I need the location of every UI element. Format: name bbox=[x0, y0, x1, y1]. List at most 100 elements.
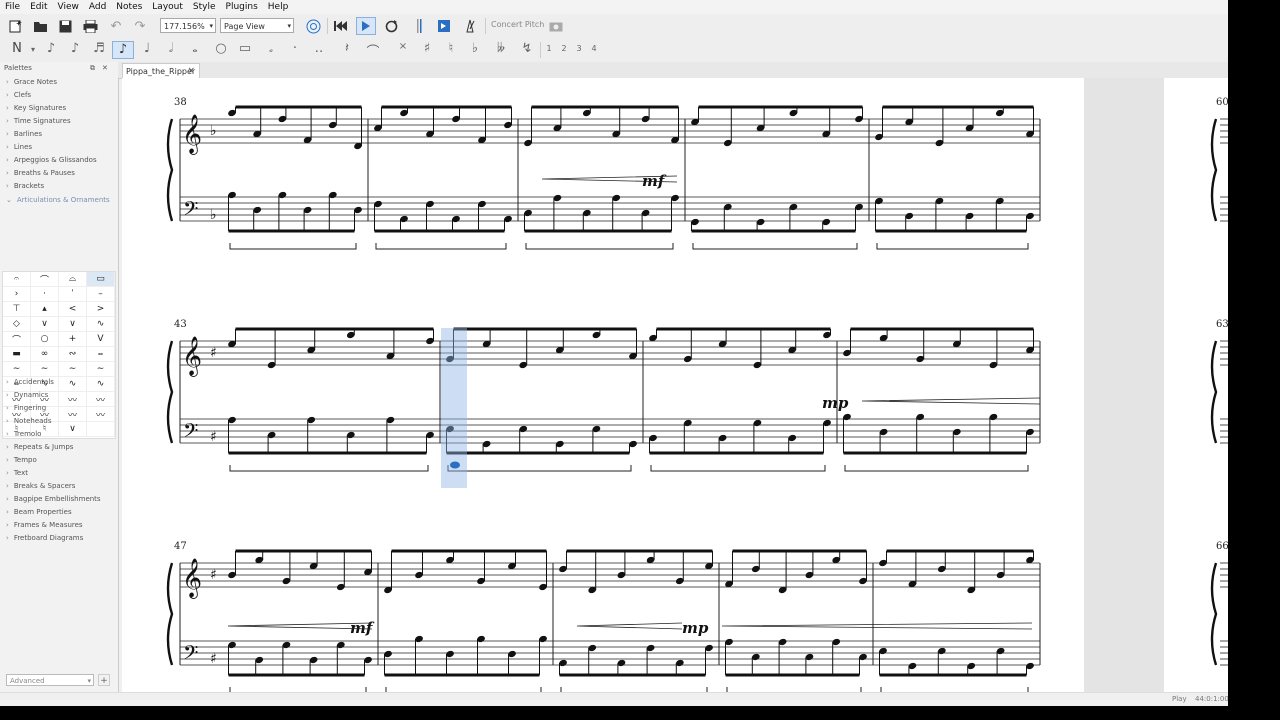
articulation-cell[interactable]: ▬ bbox=[3, 347, 31, 362]
palette-frames-measures[interactable]: › Frames & Measures bbox=[6, 521, 83, 529]
articulation-cell[interactable]: ∨ bbox=[59, 422, 87, 437]
image-capture-icon[interactable] bbox=[546, 17, 566, 35]
redo-icon[interactable]: ↷ bbox=[130, 17, 150, 35]
voice-4-button[interactable]: 4 bbox=[587, 44, 601, 53]
rewind-icon[interactable] bbox=[331, 17, 351, 35]
articulation-cell[interactable]: ○ bbox=[31, 332, 59, 347]
sharp-icon[interactable]: ♯ bbox=[416, 41, 438, 56]
articulation-cell[interactable]: ∼ bbox=[59, 362, 87, 377]
score-page[interactable]: 38 60𝄞𝄢♭♭43 63𝄞𝄢♯♯47 66𝄞𝄢♯♯mfmpmf mp bbox=[122, 78, 1228, 692]
articulation-cell[interactable]: 〰 bbox=[59, 392, 87, 407]
voice-3-button[interactable]: 3 bbox=[572, 44, 586, 53]
palette-lines[interactable]: › Lines bbox=[6, 143, 32, 151]
palette-key-signatures[interactable]: › Key Signatures bbox=[6, 104, 66, 112]
close-icon[interactable]: ✕ bbox=[102, 64, 108, 72]
articulation-cell[interactable]: · bbox=[31, 287, 59, 302]
duration-quarter-icon[interactable]: ♩ bbox=[136, 41, 158, 56]
concert-pitch-toggle[interactable]: Concert Pitch bbox=[491, 20, 544, 29]
metronome-icon[interactable] bbox=[460, 17, 480, 35]
menu-plugins[interactable]: Plugins bbox=[221, 0, 263, 14]
articulation-cell[interactable] bbox=[87, 422, 115, 437]
palette-brackets[interactable]: › Brackets bbox=[6, 182, 44, 190]
menu-notes[interactable]: Notes bbox=[111, 0, 147, 14]
articulation-cell[interactable]: – bbox=[87, 287, 115, 302]
menu-help[interactable]: Help bbox=[263, 0, 294, 14]
articulation-cell[interactable]: ∼ bbox=[87, 362, 115, 377]
score-tab[interactable]: Pippa_the_Ripper × bbox=[122, 63, 200, 78]
duration-16th-icon[interactable]: ♬ bbox=[88, 41, 110, 56]
duration-32nd-icon[interactable]: ♪ bbox=[64, 41, 86, 56]
mixer-icon[interactable] bbox=[303, 17, 323, 35]
flip-direction-icon[interactable]: ↯ bbox=[516, 41, 538, 56]
duration-half-icon[interactable]: 𝅗𝅥 bbox=[160, 41, 182, 56]
articulation-cell[interactable]: ▭ bbox=[87, 272, 115, 287]
articulation-cell[interactable]: ∼ bbox=[31, 362, 59, 377]
articulation-cell[interactable]: ∿ bbox=[87, 317, 115, 332]
menu-edit[interactable]: Edit bbox=[25, 0, 52, 14]
natural-icon[interactable]: ♮ bbox=[440, 41, 462, 56]
articulation-cell[interactable]: V bbox=[87, 332, 115, 347]
tie-icon[interactable]: ⌒ bbox=[362, 41, 384, 60]
articulation-cell[interactable]: < bbox=[59, 302, 87, 317]
articulation-cell[interactable]: ∞ bbox=[31, 347, 59, 362]
undo-icon[interactable]: ↶ bbox=[106, 17, 126, 35]
articulation-cell[interactable]: 〰 bbox=[87, 392, 115, 407]
loop-in-icon[interactable] bbox=[409, 17, 429, 35]
articulation-cell[interactable]: 𝆗 bbox=[87, 347, 115, 362]
palette-dynamics[interactable]: › Dynamics bbox=[6, 391, 48, 399]
menu-style[interactable]: Style bbox=[188, 0, 221, 14]
flat-icon[interactable]: ♭ bbox=[464, 41, 486, 56]
workspace-select[interactable]: Advanced ▾ bbox=[6, 674, 94, 686]
play-icon[interactable] bbox=[356, 17, 376, 35]
palette-fingering[interactable]: › Fingering bbox=[6, 404, 46, 412]
palette-tempo[interactable]: › Tempo bbox=[6, 456, 37, 464]
palette-articulations-ornaments[interactable]: ⌄ Articulations & Ornaments bbox=[6, 196, 110, 204]
palette-breaths-pauses[interactable]: › Breaths & Pauses bbox=[6, 169, 75, 177]
articulation-cell[interactable]: ∼ bbox=[3, 362, 31, 377]
duration-breve-icon[interactable]: ○ bbox=[210, 41, 232, 56]
voice-2-button[interactable]: 2 bbox=[557, 44, 571, 53]
augmentation-dot-icon[interactable]: 𝅗 bbox=[260, 41, 282, 56]
loop-out-icon[interactable] bbox=[434, 17, 454, 35]
voice-1-button[interactable]: 1 bbox=[542, 44, 556, 53]
articulation-cell[interactable]: › bbox=[3, 287, 31, 302]
articulation-cell[interactable]: + bbox=[59, 332, 87, 347]
palette-bagpipe-embellishments[interactable]: › Bagpipe Embellishments bbox=[6, 495, 101, 503]
palette-beam-properties[interactable]: › Beam Properties bbox=[6, 508, 72, 516]
duration-eighth-icon[interactable]: ♪ bbox=[112, 41, 134, 59]
menu-layout[interactable]: Layout bbox=[147, 0, 188, 14]
new-score-icon[interactable] bbox=[6, 17, 26, 35]
add-workspace-button[interactable]: + bbox=[98, 674, 110, 686]
articulation-cell[interactable]: ∨ bbox=[31, 317, 59, 332]
palette-noteheads[interactable]: › Noteheads bbox=[6, 417, 52, 425]
duration-longa-icon[interactable]: ▭ bbox=[234, 41, 256, 56]
duration-64th-icon[interactable]: ♪ bbox=[40, 41, 62, 56]
articulation-cell[interactable]: ⌓ bbox=[59, 272, 87, 287]
articulation-cell[interactable]: ⌒ bbox=[31, 272, 59, 287]
articulation-cell[interactable]: 〰 bbox=[87, 407, 115, 422]
toggle-double-flat-icon[interactable]: × bbox=[392, 41, 414, 52]
articulation-cell[interactable]: ∿ bbox=[59, 377, 87, 392]
articulation-cell[interactable]: ˈ bbox=[59, 287, 87, 302]
duration-whole-icon[interactable]: 𝅝 bbox=[184, 41, 206, 56]
articulation-cell[interactable]: > bbox=[87, 302, 115, 317]
articulation-cell[interactable]: ⊤ bbox=[3, 302, 31, 317]
palette-accidentals[interactable]: › Accidentals bbox=[6, 378, 54, 386]
palette-grace-notes[interactable]: › Grace Notes bbox=[6, 78, 57, 86]
close-icon[interactable]: × bbox=[187, 64, 195, 79]
float-panel-icon[interactable]: ⧉ bbox=[90, 64, 95, 73]
articulation-cell[interactable]: ◇ bbox=[3, 317, 31, 332]
double-dot-icon[interactable]: ‥ bbox=[308, 41, 330, 56]
menu-view[interactable]: View bbox=[53, 0, 84, 14]
save-icon[interactable] bbox=[55, 17, 75, 35]
articulation-cell[interactable]: 𝄐 bbox=[3, 272, 31, 287]
articulation-cell[interactable]: 〰 bbox=[59, 407, 87, 422]
palette-barlines[interactable]: › Barlines bbox=[6, 130, 42, 138]
score-canvas[interactable]: 38 60 𝄞 𝄢 ♭ ♭ 43 63 𝄞 𝄢 ♯ ♯ 47 66 𝄞 𝄢 ♯ ♯ mf mp mf mp bbox=[122, 78, 1228, 692]
palette-clefs[interactable]: › Clefs bbox=[6, 91, 31, 99]
dot-icon[interactable]: · bbox=[284, 41, 306, 56]
palette-time-signatures[interactable]: › Time Signatures bbox=[6, 117, 71, 125]
open-folder-icon[interactable] bbox=[30, 17, 50, 35]
print-icon[interactable] bbox=[80, 17, 100, 35]
double-flat-icon[interactable]: 𝄫 bbox=[490, 41, 512, 56]
